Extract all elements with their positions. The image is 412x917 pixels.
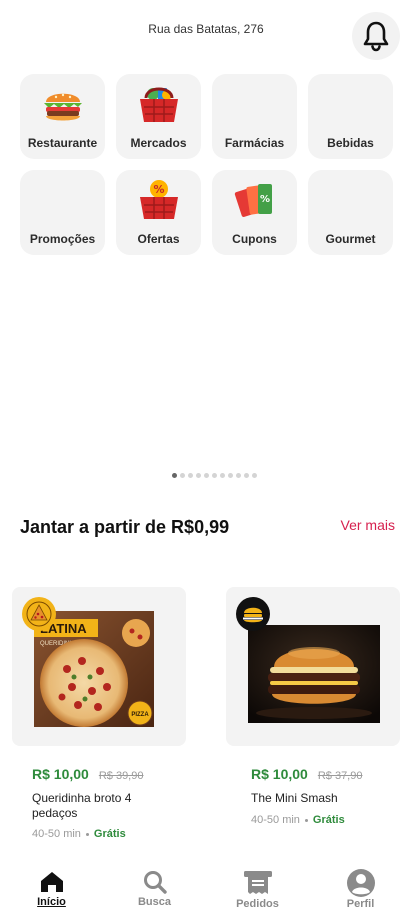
burger-icon bbox=[43, 93, 82, 121]
product-old-price: R$ 39,90 bbox=[98, 770, 144, 782]
category-ofertas[interactable]: % Ofertas bbox=[116, 170, 201, 255]
nav-pedidos[interactable]: Pedidos bbox=[206, 860, 309, 917]
notifications-button[interactable] bbox=[352, 12, 400, 60]
top-bar: Rua das Batatas, 276 bbox=[0, 0, 412, 66]
basket-icon bbox=[139, 87, 178, 122]
category-bebidas[interactable]: Bebidas bbox=[308, 74, 393, 159]
svg-text:%: % bbox=[259, 194, 269, 205]
carousel-dot[interactable] bbox=[188, 473, 193, 478]
dot-separator bbox=[85, 832, 89, 836]
price-row: R$ 10,00 R$ 39,90 bbox=[32, 766, 143, 782]
delivery-time: 40-50 min bbox=[32, 828, 81, 840]
section-title: Jantar a partir de R$0,99 bbox=[20, 517, 230, 537]
category-restaurante[interactable]: Restaurante bbox=[20, 74, 105, 159]
product-price: R$ 10,00 bbox=[32, 766, 89, 782]
product-name[interactable]: Queridinha broto 4 pedaços bbox=[32, 791, 162, 821]
category-label: Promoções bbox=[29, 232, 96, 246]
basket-percent-icon: % bbox=[139, 180, 178, 219]
category-label: Farmácias bbox=[224, 136, 285, 150]
burger-logo-icon bbox=[236, 597, 270, 631]
product-card-image[interactable]: LATINA QUERIDINHA PIZZA bbox=[12, 587, 186, 746]
user-icon bbox=[346, 869, 375, 897]
carousel-dot[interactable] bbox=[236, 473, 241, 478]
carousel-dot[interactable] bbox=[252, 473, 257, 478]
carousel-dot[interactable] bbox=[172, 473, 177, 478]
category-label: Gourmet bbox=[325, 232, 376, 246]
carousel-dot[interactable] bbox=[196, 473, 201, 478]
price-row: R$ 10,00 R$ 37,90 bbox=[251, 766, 362, 782]
nav-inicio[interactable]: Início bbox=[0, 860, 103, 917]
nav-busca[interactable]: Busca bbox=[103, 860, 206, 917]
burger-logo-icon bbox=[243, 607, 263, 623]
nav-perfil[interactable]: Perfil bbox=[309, 860, 412, 917]
product-meta: 40-50 min Grátis bbox=[32, 828, 126, 840]
carousel-dot[interactable] bbox=[244, 473, 249, 478]
delivery-fee: Grátis bbox=[312, 814, 345, 826]
pizza-logo-icon bbox=[26, 601, 52, 627]
product-old-price: R$ 37,90 bbox=[317, 770, 363, 782]
category-label: Restaurante bbox=[27, 136, 98, 150]
product-meta: 40-50 min Grátis bbox=[251, 814, 345, 826]
receipt-icon bbox=[243, 871, 272, 894]
carousel-dot[interactable] bbox=[180, 473, 185, 478]
svg-text:PIZZA: PIZZA bbox=[131, 712, 149, 718]
delivery-fee: Grátis bbox=[93, 828, 126, 840]
see-more-link[interactable]: Ver mais bbox=[341, 517, 395, 533]
category-label: Cupons bbox=[232, 232, 277, 246]
category-label: Ofertas bbox=[137, 232, 180, 246]
nav-label: Início bbox=[37, 896, 66, 908]
carousel-dot[interactable] bbox=[204, 473, 209, 478]
svg-text:%: % bbox=[153, 183, 164, 196]
carousel-dot[interactable] bbox=[212, 473, 217, 478]
dot-separator bbox=[304, 818, 308, 822]
category-cupons[interactable]: % Cupons bbox=[212, 170, 297, 255]
category-gourmet[interactable]: Gourmet bbox=[308, 170, 393, 255]
category-grid: Restaurante Mercados Farmácias Bebidas P… bbox=[20, 74, 394, 255]
product-name[interactable]: The Mini Smash bbox=[251, 791, 391, 806]
nav-label: Pedidos bbox=[236, 898, 279, 910]
product-card-image[interactable] bbox=[226, 587, 400, 746]
category-label: Mercados bbox=[130, 136, 187, 150]
bell-icon bbox=[363, 21, 389, 52]
carousel-dot[interactable] bbox=[228, 473, 233, 478]
category-promocoes[interactable]: Promoções bbox=[20, 170, 105, 255]
carousel-indicator[interactable] bbox=[172, 473, 257, 478]
category-farmacias[interactable]: Farmácias bbox=[212, 74, 297, 159]
delivery-time: 40-50 min bbox=[251, 814, 300, 826]
coupons-icon: % bbox=[234, 184, 272, 218]
home-icon bbox=[40, 872, 63, 892]
search-icon bbox=[143, 871, 167, 894]
bottom-navigation: Início Busca Pedidos Perfil bbox=[0, 860, 412, 917]
category-mercados[interactable]: Mercados bbox=[116, 74, 201, 159]
product-price: R$ 10,00 bbox=[251, 766, 308, 782]
pizza-logo-icon bbox=[22, 597, 56, 631]
nav-label: Busca bbox=[137, 896, 172, 908]
delivery-address[interactable]: Rua das Batatas, 276 bbox=[0, 22, 412, 36]
nav-label: Perfil bbox=[346, 898, 375, 910]
category-label: Bebidas bbox=[327, 136, 374, 150]
carousel-dot[interactable] bbox=[220, 473, 225, 478]
